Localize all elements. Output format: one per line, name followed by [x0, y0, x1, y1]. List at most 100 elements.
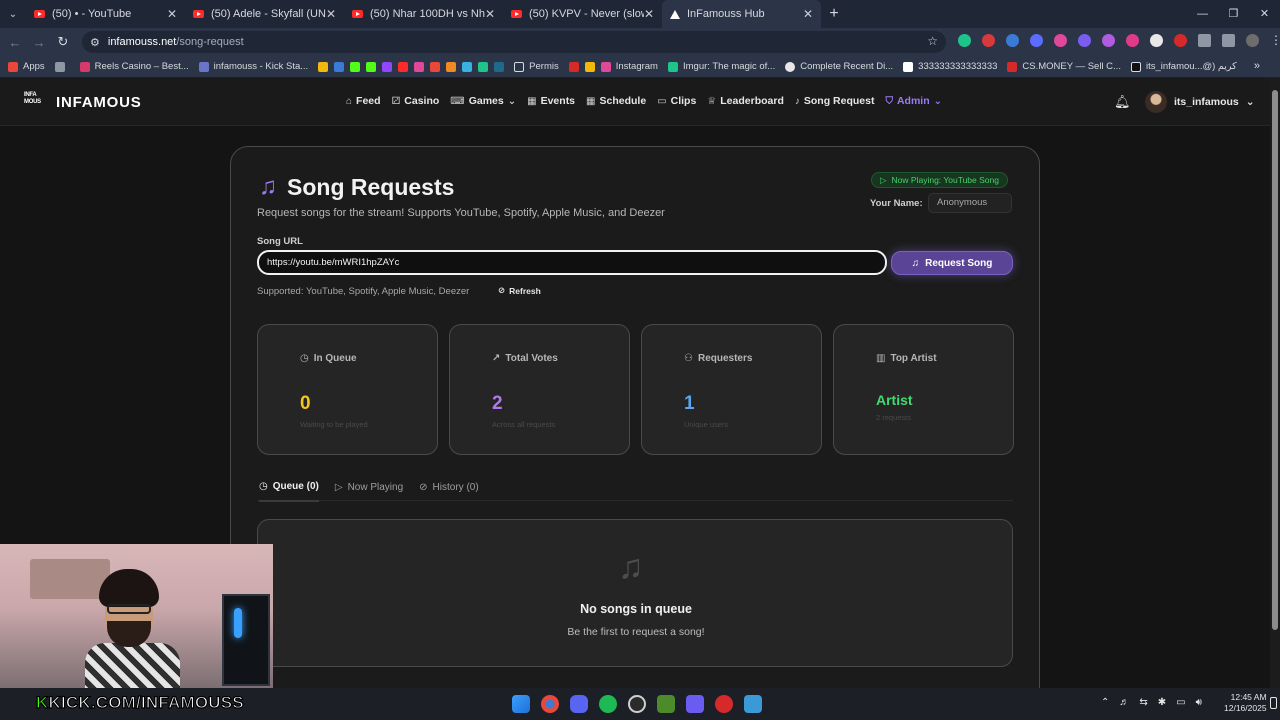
stat-value: 1 — [684, 393, 695, 414]
nav-games[interactable]: ⌨ Games ⌄ — [450, 95, 516, 107]
tab-close-icon[interactable]: ✕ — [644, 7, 654, 21]
bookmark-apps[interactable]: Apps — [8, 61, 45, 72]
network-icon[interactable]: ⇆ — [1139, 697, 1147, 708]
extension-icon[interactable] — [1150, 34, 1163, 47]
bookmark[interactable] — [382, 61, 393, 72]
bookmark[interactable]: 333333333333333 — [903, 61, 997, 72]
close-window-button[interactable]: ✕ — [1249, 0, 1280, 28]
nav-casino[interactable]: ⚂ Casino — [392, 95, 440, 107]
tab-close-icon[interactable]: ✕ — [326, 7, 336, 21]
nav-clips[interactable]: ▭ Clips — [657, 95, 696, 107]
nav-schedule[interactable]: ▦ Schedule — [586, 95, 646, 107]
app-icon[interactable] — [715, 695, 733, 713]
bookmark[interactable] — [318, 61, 329, 72]
browser-tab-active[interactable]: InFamouss Hub ✕ — [662, 0, 821, 28]
browser-tab[interactable]: (50) Nhar 100DH vs Nhar 10 00✕ — [344, 0, 503, 28]
bookmark[interactable] — [462, 61, 473, 72]
reload-button[interactable]: ↻ — [51, 34, 75, 50]
browser-tab[interactable]: (50) • - YouTube ✕ — [26, 0, 185, 28]
your-name-field[interactable]: Anonymous — [928, 193, 1012, 213]
puzzle-icon[interactable] — [1198, 34, 1211, 47]
windows-start-icon[interactable] — [512, 695, 530, 713]
nav-events[interactable]: ▦ Events — [527, 95, 575, 107]
minimize-button[interactable]: — — [1187, 0, 1218, 28]
monitor-icon[interactable]: ▭ — [1176, 697, 1185, 708]
spotify-icon[interactable] — [599, 695, 617, 713]
new-tab-button[interactable]: + — [821, 5, 847, 23]
site-logo[interactable]: INFA MOUS INFAMOUS — [24, 92, 142, 112]
volume-icon[interactable]: 🔊︎ — [1196, 697, 1202, 708]
site-info-icon[interactable]: ⚙ — [90, 36, 100, 49]
kebab-menu-icon[interactable]: ⋮ — [1270, 34, 1280, 47]
tab-search-chevron-icon[interactable]: ⌄ — [0, 0, 26, 28]
system-clock[interactable]: 12:45 AM 12/16/2025 — [1224, 692, 1267, 714]
tab-history[interactable]: ⊘ History (0) — [419, 481, 479, 502]
extension-icon[interactable] — [1030, 34, 1043, 47]
nav-leaderboard[interactable]: ♕ Leaderboard — [707, 95, 784, 107]
bookmark[interactable]: Reels Casino – Best... — [79, 61, 189, 72]
profile-avatar-icon[interactable] — [1246, 34, 1259, 47]
app-icon[interactable] — [686, 695, 704, 713]
page-scrollbar[interactable] — [1270, 78, 1280, 688]
extension-icon[interactable] — [1078, 34, 1091, 47]
bookmark[interactable] — [494, 61, 505, 72]
bookmark[interactable] — [446, 61, 457, 72]
app-icon[interactable] — [657, 695, 675, 713]
refresh-button[interactable]: ⊘ Refresh — [498, 285, 541, 296]
media-icon[interactable] — [1222, 34, 1235, 47]
forward-button[interactable]: → — [27, 35, 51, 50]
browser-tab[interactable]: (50) KVPV - Never (slowed + re✕ — [503, 0, 662, 28]
scrollbar-thumb[interactable] — [1272, 90, 1278, 630]
tab-queue[interactable]: ◷ Queue (0) — [259, 481, 319, 502]
extension-icon[interactable] — [1102, 34, 1115, 47]
browser-tab[interactable]: (50) Adele - Skyfall (UNLOGIX R✕ — [185, 0, 344, 28]
bell-icon[interactable]: 🔔︎ — [1114, 94, 1131, 110]
url-input[interactable]: ⚙ infamouss.net/song-request ☆ — [82, 31, 946, 53]
bookmark[interactable] — [414, 61, 425, 72]
bluetooth-icon[interactable]: ✱ — [1158, 697, 1166, 708]
bookmark[interactable]: infamouss - Kick Sta... — [198, 61, 308, 72]
bookmark[interactable] — [350, 61, 361, 72]
bookmark[interactable]: Instagram — [600, 61, 658, 72]
extension-icon[interactable] — [1006, 34, 1019, 47]
bookmark[interactable] — [398, 61, 409, 72]
nav-song-request[interactable]: ♪ Song Request — [795, 95, 875, 107]
bookmark[interactable]: Complete Recent Di... — [785, 61, 893, 72]
bookmark[interactable] — [366, 61, 377, 72]
notification-icon[interactable] — [1270, 697, 1277, 709]
bookmark[interactable] — [430, 61, 441, 72]
request-song-button[interactable]: ♫ Request Song — [891, 251, 1013, 275]
tab-now-playing[interactable]: ▷ Now Playing — [335, 481, 403, 502]
app-icon[interactable] — [744, 695, 762, 713]
bookmark[interactable]: CS.MONEY — Sell C... — [1007, 61, 1121, 72]
tab-close-icon[interactable]: ✕ — [485, 7, 495, 21]
discord-icon[interactable] — [570, 695, 588, 713]
back-button[interactable]: ← — [3, 35, 27, 50]
headset-icon[interactable]: ♬ — [1119, 697, 1129, 708]
extension-icon[interactable] — [1054, 34, 1067, 47]
bookmark[interactable] — [54, 61, 70, 72]
bookmark[interactable] — [584, 61, 595, 72]
obs-icon[interactable] — [628, 695, 646, 713]
bookmark[interactable] — [478, 61, 489, 72]
bookmark[interactable]: Imgur: The magic of... — [667, 61, 775, 72]
extension-icon[interactable] — [1174, 34, 1187, 47]
chrome-icon[interactable] — [541, 695, 559, 713]
bookmark-star-icon[interactable]: ☆ — [927, 34, 938, 48]
bookmark[interactable] — [334, 61, 345, 72]
extension-icon[interactable] — [958, 34, 971, 47]
extension-icon[interactable] — [982, 34, 995, 47]
user-menu[interactable]: its_infamous ⌄ — [1145, 91, 1255, 113]
tab-close-icon[interactable]: ✕ — [167, 7, 177, 21]
nav-feed[interactable]: ⌂ Feed — [346, 95, 381, 107]
bookmark[interactable]: its_infamou...@) كريم — [1130, 61, 1237, 72]
extension-icon[interactable] — [1126, 34, 1139, 47]
bookmark[interactable] — [568, 61, 579, 72]
bookmarks-overflow-icon[interactable]: » — [1254, 60, 1260, 72]
tab-close-icon[interactable]: ✕ — [803, 7, 813, 21]
bookmark-folder[interactable]: Permis — [514, 61, 559, 72]
song-url-input[interactable]: https://youtu.be/mWRI1hpZAYc — [257, 250, 887, 275]
nav-admin[interactable]: ⛉ Admin ⌄ — [885, 95, 942, 107]
chevron-up-icon[interactable]: ⌃ — [1101, 697, 1109, 708]
maximize-button[interactable]: ❐ — [1218, 0, 1249, 28]
